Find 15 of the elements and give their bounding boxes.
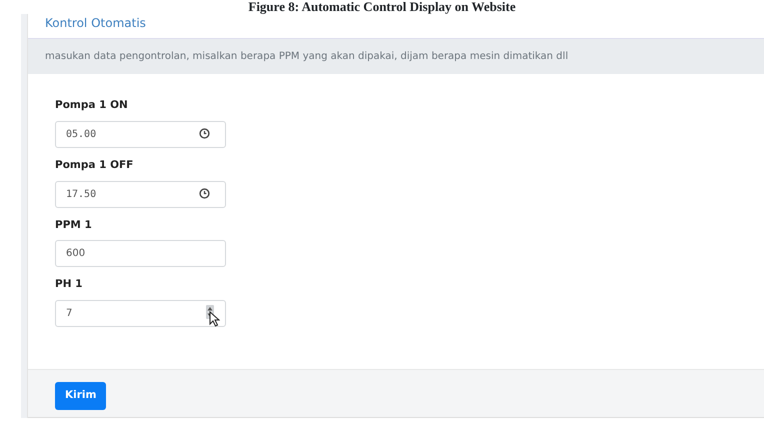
input-field[interactable]: 7 bbox=[55, 300, 226, 327]
time-field[interactable]: 05.00 bbox=[55, 120, 226, 148]
field-label: Pompa 1 ON bbox=[55, 98, 129, 113]
notice-text: masukan data pengontrolan, misalkan berapa PPM yang akan dipakai, dijam berapa mesin dimatikan dll bbox=[28, 38, 764, 74]
figure-caption: Figure 8: Automatic Control Display on Website bbox=[247, 0, 517, 14]
field-label: PH 1 bbox=[55, 277, 84, 292]
card-title: Kontrol Otomatis bbox=[44, 15, 147, 32]
clock-icon[interactable] bbox=[199, 188, 210, 198]
submit-button[interactable]: Kirim bbox=[55, 382, 106, 410]
field-label: Pompa 1 OFF bbox=[55, 158, 134, 173]
time-field[interactable]: 17.50 bbox=[55, 180, 226, 208]
clock-icon[interactable] bbox=[199, 128, 210, 139]
input-field[interactable]: 600 bbox=[55, 240, 226, 268]
field-label: PPM 1 bbox=[55, 218, 93, 232]
mouse-pointer-icon bbox=[209, 311, 220, 327]
